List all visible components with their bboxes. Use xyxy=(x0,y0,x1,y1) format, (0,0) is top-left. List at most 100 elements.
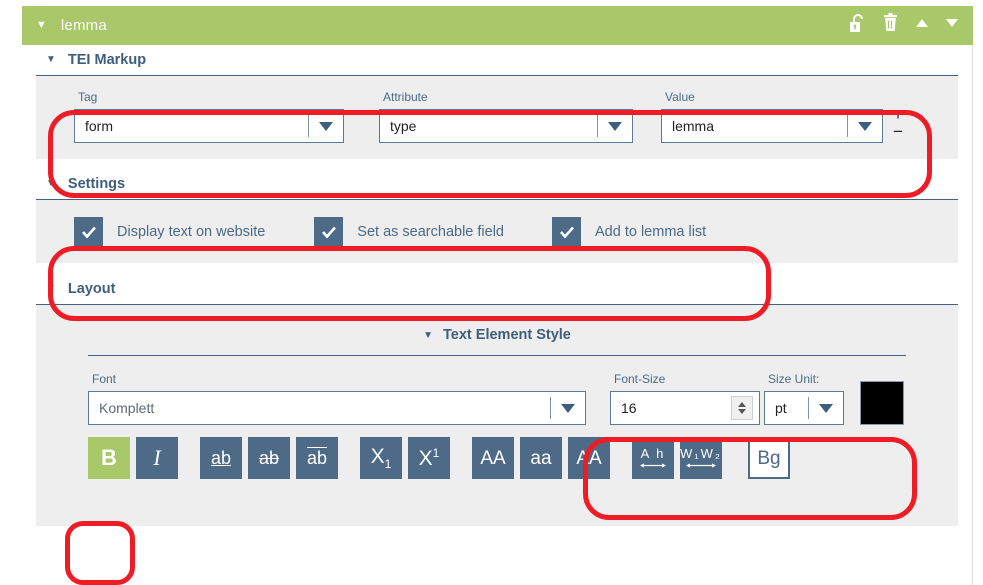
value-dropdown-arrow[interactable] xyxy=(848,122,882,131)
letter-spacing-glyph: A h xyxy=(641,447,666,460)
move-down-icon[interactable] xyxy=(945,16,959,35)
superscript-glyph: X1 xyxy=(419,447,440,469)
checkbox-label: Add to lemma list xyxy=(595,224,706,240)
font-size-value: 16 xyxy=(611,400,731,416)
checkbox-display-text-on-website[interactable]: Display text on website xyxy=(74,217,265,246)
add-row-button[interactable]: + xyxy=(891,106,905,123)
superscript-base: X xyxy=(419,447,433,470)
chevron-down-icon xyxy=(319,122,333,131)
subscript-base: X xyxy=(371,445,385,468)
value-field: Value lemma xyxy=(661,90,883,143)
stepper-down-icon[interactable] xyxy=(738,409,746,414)
panel-body: ▼ TEI Markup Tag form Attribute type xyxy=(22,45,973,585)
size-unit-select[interactable]: pt xyxy=(764,391,844,425)
font-label: Font xyxy=(88,372,586,386)
section-header-tei-markup[interactable]: ▼ TEI Markup xyxy=(22,45,972,75)
attribute-value: type xyxy=(380,118,597,134)
chevron-down-icon[interactable]: ▼ xyxy=(46,55,56,65)
checkbox-set-as-searchable-field[interactable]: Set as searchable field xyxy=(314,217,504,246)
overline-button[interactable]: ab xyxy=(296,437,338,479)
attribute-select[interactable]: type xyxy=(379,109,633,143)
superscript-button[interactable]: X1 xyxy=(408,437,450,479)
font-size-input[interactable]: 16 xyxy=(610,391,760,425)
word-spacing-glyph: W₁W₂ xyxy=(680,447,722,460)
underline-button[interactable]: ab xyxy=(200,437,242,479)
tei-markup-fields-row: Tag form Attribute type xyxy=(36,76,958,159)
text-format-toolbar: B I ab ab ab X1 X1 AA aa AA xyxy=(36,425,958,493)
panel-header-actions xyxy=(849,13,959,38)
subscript-button[interactable]: X1 xyxy=(360,437,402,479)
chevron-down-icon xyxy=(608,122,622,131)
font-size-label: Font-Size xyxy=(610,372,760,386)
size-unit-field: Size Unit: pt xyxy=(764,372,844,425)
chevron-down-icon[interactable]: ▼ xyxy=(46,179,56,189)
font-size-stepper[interactable] xyxy=(731,396,753,420)
strikethrough-glyph: ab xyxy=(259,449,279,467)
italic-button[interactable]: I xyxy=(136,437,178,479)
letter-spacing-icon: A h xyxy=(640,447,666,469)
smallcaps-button[interactable]: AA xyxy=(568,437,610,479)
delete-icon[interactable] xyxy=(882,13,899,38)
font-field: Font Komplett xyxy=(88,372,586,425)
checkbox-icon[interactable] xyxy=(74,217,103,246)
lowercase-button[interactable]: aa xyxy=(520,437,562,479)
section-title-layout: Layout xyxy=(68,281,116,297)
text-color-swatch[interactable] xyxy=(860,381,904,425)
size-unit-value: pt xyxy=(765,400,808,416)
uppercase-glyph: AA xyxy=(480,449,505,468)
tag-label: Tag xyxy=(74,90,344,104)
font-dropdown-arrow[interactable] xyxy=(551,404,585,413)
section-header-settings[interactable]: ▼ Settings xyxy=(22,169,972,199)
underline-glyph: ab xyxy=(211,449,231,467)
size-unit-dropdown-arrow[interactable] xyxy=(809,404,843,413)
uppercase-button[interactable]: AA xyxy=(472,437,514,479)
smallcaps-glyph: AA xyxy=(576,449,601,468)
checkbox-label: Set as searchable field xyxy=(357,224,504,240)
chevron-down-icon[interactable]: ▼ xyxy=(423,330,433,341)
section-title-tei-markup: TEI Markup xyxy=(68,52,146,68)
tag-select[interactable]: form xyxy=(74,109,344,143)
subscript-glyph: X1 xyxy=(371,446,392,470)
section-header-layout[interactable]: ▼ Layout xyxy=(22,274,972,304)
bold-glyph: B xyxy=(101,447,117,469)
move-up-icon[interactable] xyxy=(915,16,929,35)
subscript-index: 1 xyxy=(385,457,392,471)
settings-checkbox-row: Display text on website Set as searchabl… xyxy=(36,200,958,263)
checkbox-icon[interactable] xyxy=(552,217,581,246)
background-color-button[interactable]: Bg xyxy=(748,437,790,479)
bold-button[interactable]: B xyxy=(88,437,130,479)
chevron-down-icon[interactable]: ▼ xyxy=(46,284,56,294)
chevron-down-icon xyxy=(819,404,833,413)
size-unit-label: Size Unit: xyxy=(764,372,844,386)
tei-markup-content: Tag form Attribute type xyxy=(36,76,958,159)
text-element-style-title: Text Element Style xyxy=(443,327,571,343)
font-size-field: Font-Size 16 xyxy=(610,372,760,425)
attribute-field: Attribute type xyxy=(379,90,633,143)
chevron-down-icon xyxy=(858,122,872,131)
overline-glyph: ab xyxy=(307,449,327,467)
italic-glyph: I xyxy=(153,447,160,469)
unlock-icon[interactable] xyxy=(849,13,866,38)
strikethrough-button[interactable]: ab xyxy=(248,437,290,479)
tag-field: Tag form xyxy=(74,90,344,143)
checkbox-label: Display text on website xyxy=(117,224,265,240)
font-settings-row: Font Komplett Font-Size 16 xyxy=(36,356,958,425)
attribute-label: Attribute xyxy=(379,90,633,104)
stepper-up-icon[interactable] xyxy=(738,402,746,407)
checkbox-icon[interactable] xyxy=(314,217,343,246)
font-select[interactable]: Komplett xyxy=(88,391,586,425)
layout-content: ▼ Text Element Style Font Komplett Font-… xyxy=(36,305,958,526)
remove-row-button[interactable]: − xyxy=(891,123,905,140)
text-element-style-header[interactable]: ▼ Text Element Style xyxy=(36,305,958,343)
attribute-dropdown-arrow[interactable] xyxy=(598,122,632,131)
value-value: lemma xyxy=(662,118,847,134)
panel-collapse-caret-icon[interactable]: ▼ xyxy=(36,20,47,31)
checkbox-add-to-lemma-list[interactable]: Add to lemma list xyxy=(552,217,706,246)
tag-dropdown-arrow[interactable] xyxy=(309,122,343,131)
value-select[interactable]: lemma xyxy=(661,109,883,143)
tag-value: form xyxy=(75,118,308,134)
letter-spacing-button[interactable]: A h xyxy=(632,437,674,479)
chevron-down-icon xyxy=(561,404,575,413)
word-spacing-button[interactable]: W₁W₂ xyxy=(680,437,722,479)
word-spacing-icon: W₁W₂ xyxy=(680,447,722,469)
